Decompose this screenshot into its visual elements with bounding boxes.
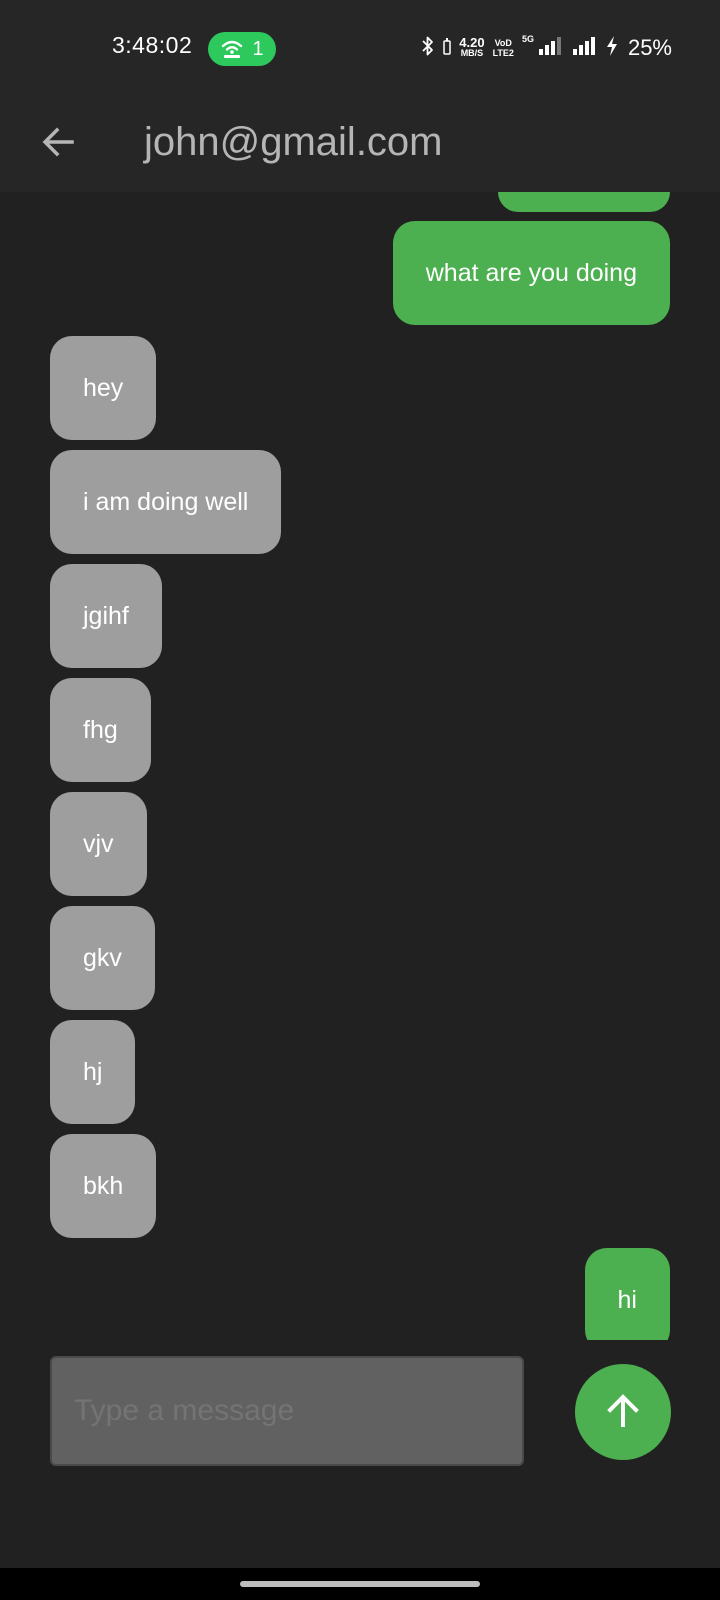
message-bubble-received: bkh: [50, 1134, 157, 1238]
send-button[interactable]: [575, 1364, 671, 1460]
message-bubble-received: jgihf: [50, 564, 162, 668]
message-bubble-received: gkv: [50, 906, 155, 1010]
message-text: bkh: [83, 1171, 124, 1200]
message-bubble-sent: what are you doing: [392, 221, 670, 325]
volte-top: VoD: [494, 38, 512, 48]
message-input[interactable]: [50, 1356, 524, 1466]
message-bubble-received: vjv: [50, 792, 147, 896]
message-text: hj: [83, 1057, 103, 1086]
net-speed-value: 4.20: [459, 35, 485, 50]
volte-bottom: LTE2: [492, 48, 514, 58]
hotspot-indicator[interactable]: 1: [208, 32, 276, 66]
bluetooth-icon: [421, 35, 435, 62]
message-bubble-received: fhg: [50, 678, 151, 782]
data-saver-icon: [443, 37, 452, 60]
charging-icon: [606, 35, 618, 62]
system-nav-bar: [0, 1568, 720, 1600]
arrow-left-icon: [40, 124, 76, 165]
message-bubble-sent: hi: [584, 1248, 670, 1340]
signal-icon: [572, 36, 598, 61]
network-type: 5G: [521, 34, 534, 44]
message-text: i am doing well: [83, 487, 249, 516]
battery-percent: 25%: [627, 35, 672, 60]
status-icons: 4.20 MB/S VoD LTE2 5G 25%: [421, 30, 672, 66]
message-bubble-sent: [498, 192, 670, 212]
message-text: gkv: [83, 943, 122, 972]
page-title: john@gmail.com: [144, 120, 443, 164]
message-text: jgihf: [83, 601, 129, 630]
net-speed: 4.20 MB/S: [459, 35, 485, 59]
message-text: hi: [617, 1285, 637, 1314]
back-button[interactable]: [28, 114, 88, 174]
hotspot-icon: [220, 38, 244, 60]
volte-indicator: VoD LTE2: [493, 38, 514, 58]
arrow-up-icon: [603, 1391, 643, 1434]
message-text: fhg: [83, 715, 118, 744]
net-speed-unit: MB/S: [460, 48, 484, 58]
status-time: 3:48:02: [112, 32, 193, 58]
hotspot-count: 1: [252, 37, 264, 60]
message-bubble-received: hey: [50, 336, 157, 440]
message-bubble-received: hj: [50, 1020, 136, 1124]
home-indicator[interactable]: [240, 1581, 480, 1587]
signal-icon: [538, 36, 564, 61]
message-bubble-received: i am doing well: [50, 450, 282, 554]
app-bar: john@gmail.com: [0, 96, 720, 192]
status-bar: 3:48:02 1 4.20 MB/S VoD LTE2 5G 25%: [0, 0, 720, 96]
message-text: what are you doing: [425, 258, 637, 287]
message-text: vjv: [83, 829, 114, 858]
message-text: hey: [83, 373, 124, 402]
message-list[interactable]: what are you doing hey i am doing well j…: [0, 192, 720, 1340]
